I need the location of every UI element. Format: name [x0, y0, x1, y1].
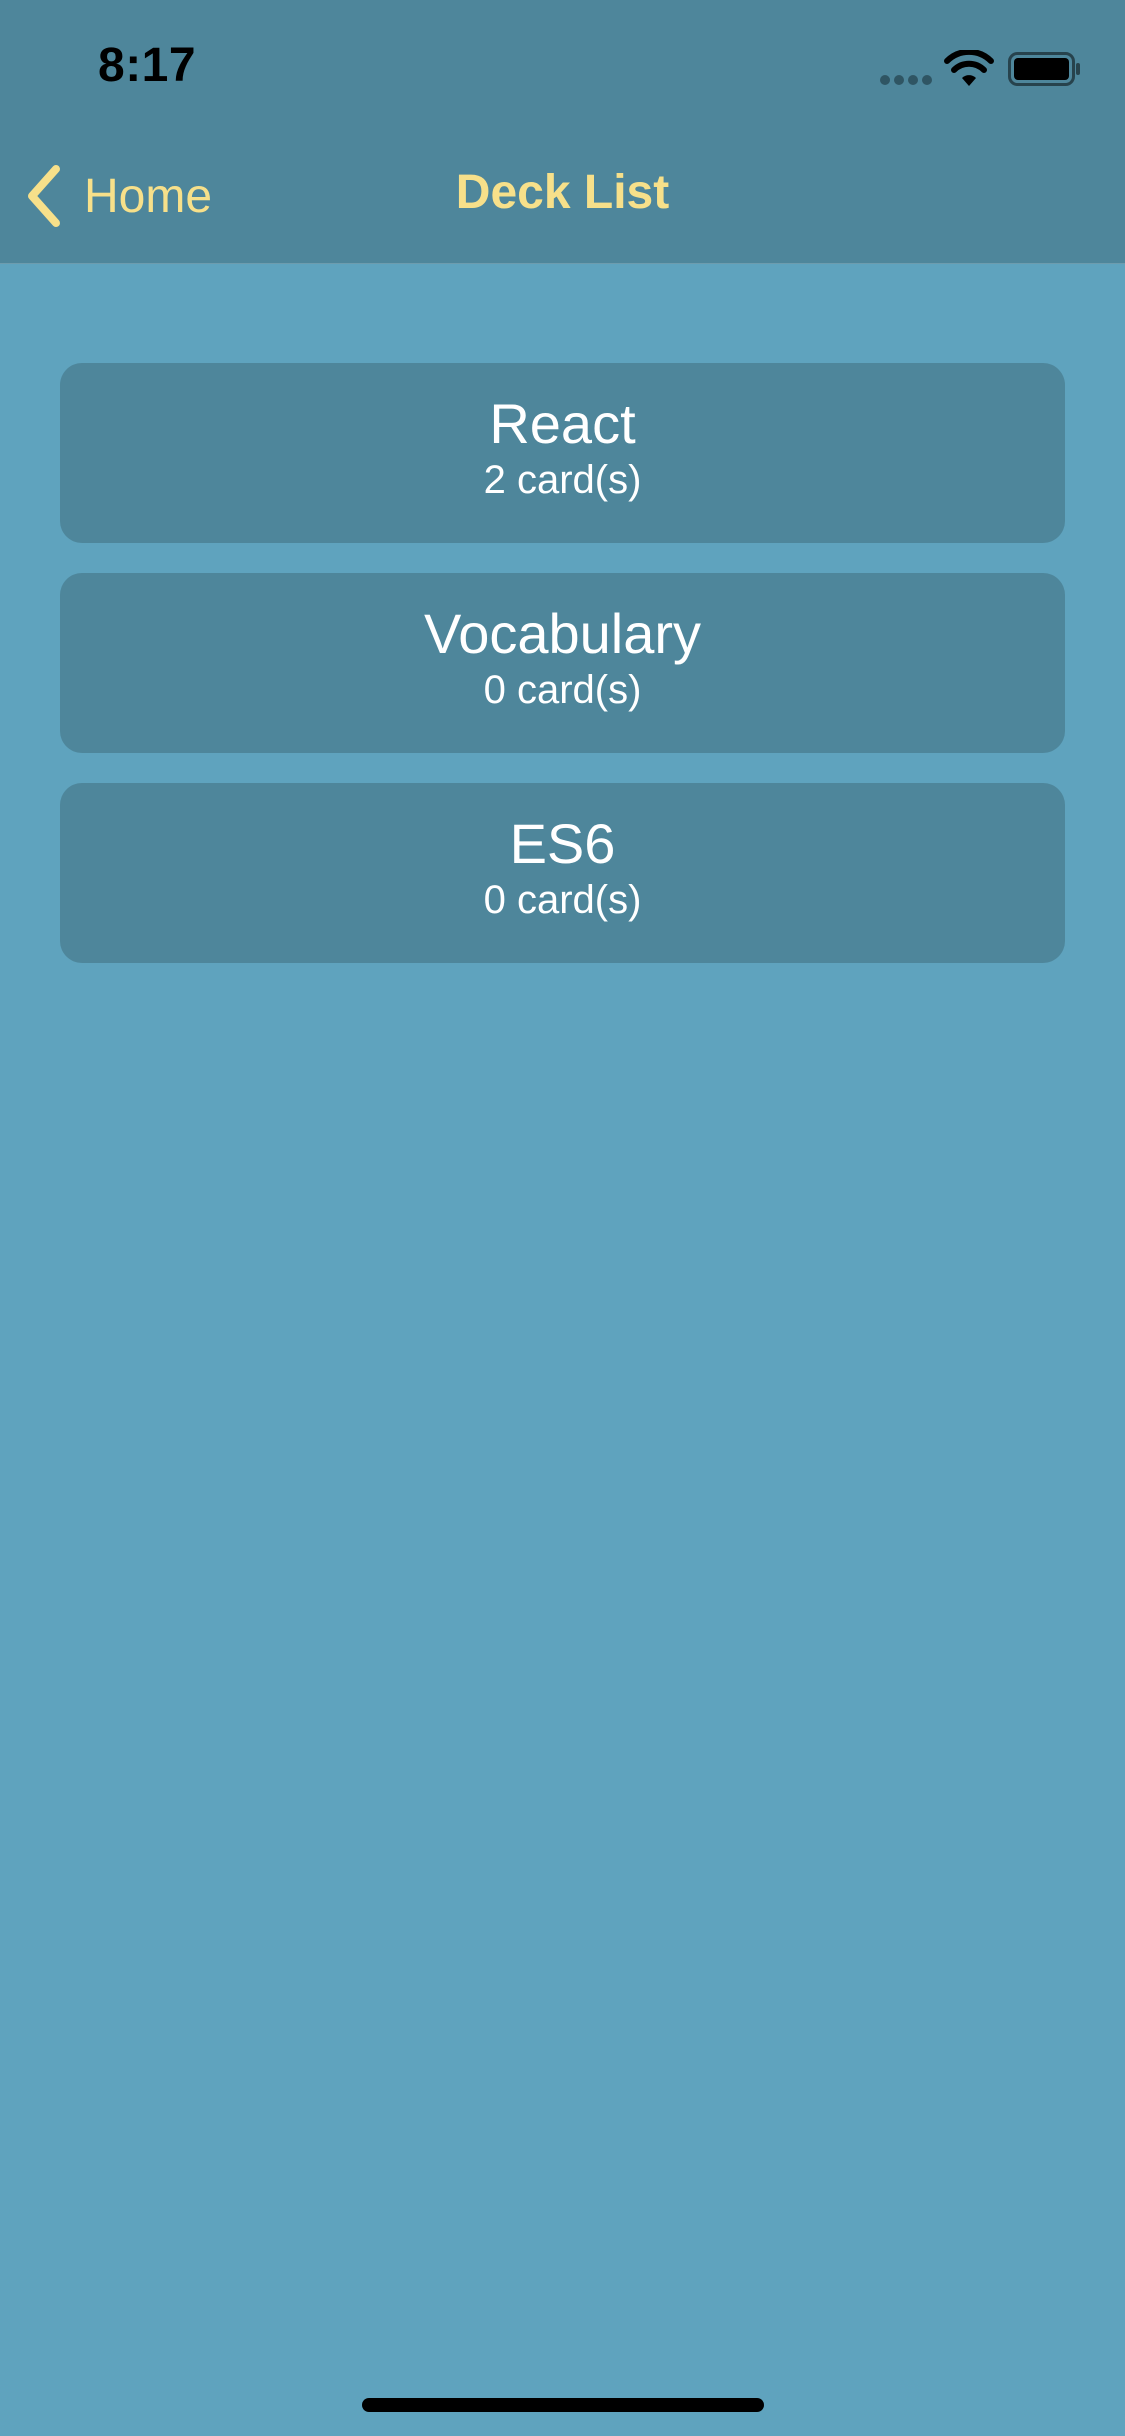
- navigation-header: 8:17 Home Deck List: [0, 0, 1125, 264]
- deck-list: React 2 card(s) Vocabulary 0 card(s) ES6…: [60, 363, 1065, 993]
- signal-dots-icon: [880, 75, 934, 85]
- deck-title: Vocabulary: [423, 602, 702, 665]
- status-time: 8:17: [98, 39, 197, 92]
- wifi-icon: [944, 50, 994, 86]
- deck-card-count: 2 card(s): [483, 458, 642, 502]
- deck-card-react[interactable]: React 2 card(s): [60, 363, 1065, 543]
- page-title: Deck List: [455, 166, 670, 219]
- deck-card-count: 0 card(s): [483, 878, 642, 922]
- deck-title: React: [489, 392, 636, 455]
- deck-card-es6[interactable]: ES6 0 card(s): [60, 783, 1065, 963]
- battery-icon: [1008, 52, 1080, 86]
- home-indicator[interactable]: [362, 2398, 764, 2412]
- deck-card-count: 0 card(s): [483, 668, 642, 712]
- deck-title: ES6: [509, 812, 616, 875]
- deck-card-vocabulary[interactable]: Vocabulary 0 card(s): [60, 573, 1065, 753]
